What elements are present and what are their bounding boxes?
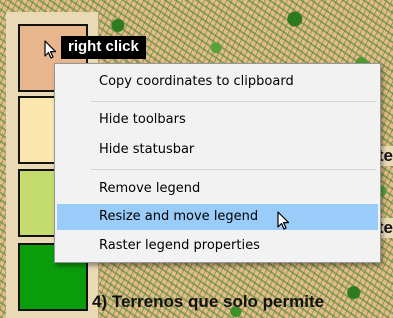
legend-label-4: 4) Terrenos que solo permite (92, 292, 325, 311)
menu-item-hide-statusbar[interactable]: Hide statusbar (57, 137, 378, 163)
menu-separator (91, 101, 376, 102)
menu-item-remove-legend[interactable]: Remove legend (57, 176, 378, 202)
menu-separator (91, 169, 376, 170)
arrow-cursor-icon (44, 40, 57, 59)
menu-item-hide-toolbars[interactable]: Hide toolbars (57, 107, 378, 133)
right-click-tooltip: right click (61, 36, 146, 59)
menu-item-raster-legend-properties[interactable]: Raster legend properties (57, 233, 378, 259)
arrow-cursor-icon (277, 211, 290, 230)
context-menu: Copy coordinates to clipboard Hide toolb… (54, 63, 381, 263)
menu-item-resize-move-legend[interactable]: Resize and move legend (57, 204, 378, 230)
menu-item-copy-coordinates[interactable]: Copy coordinates to clipboard (57, 69, 378, 95)
